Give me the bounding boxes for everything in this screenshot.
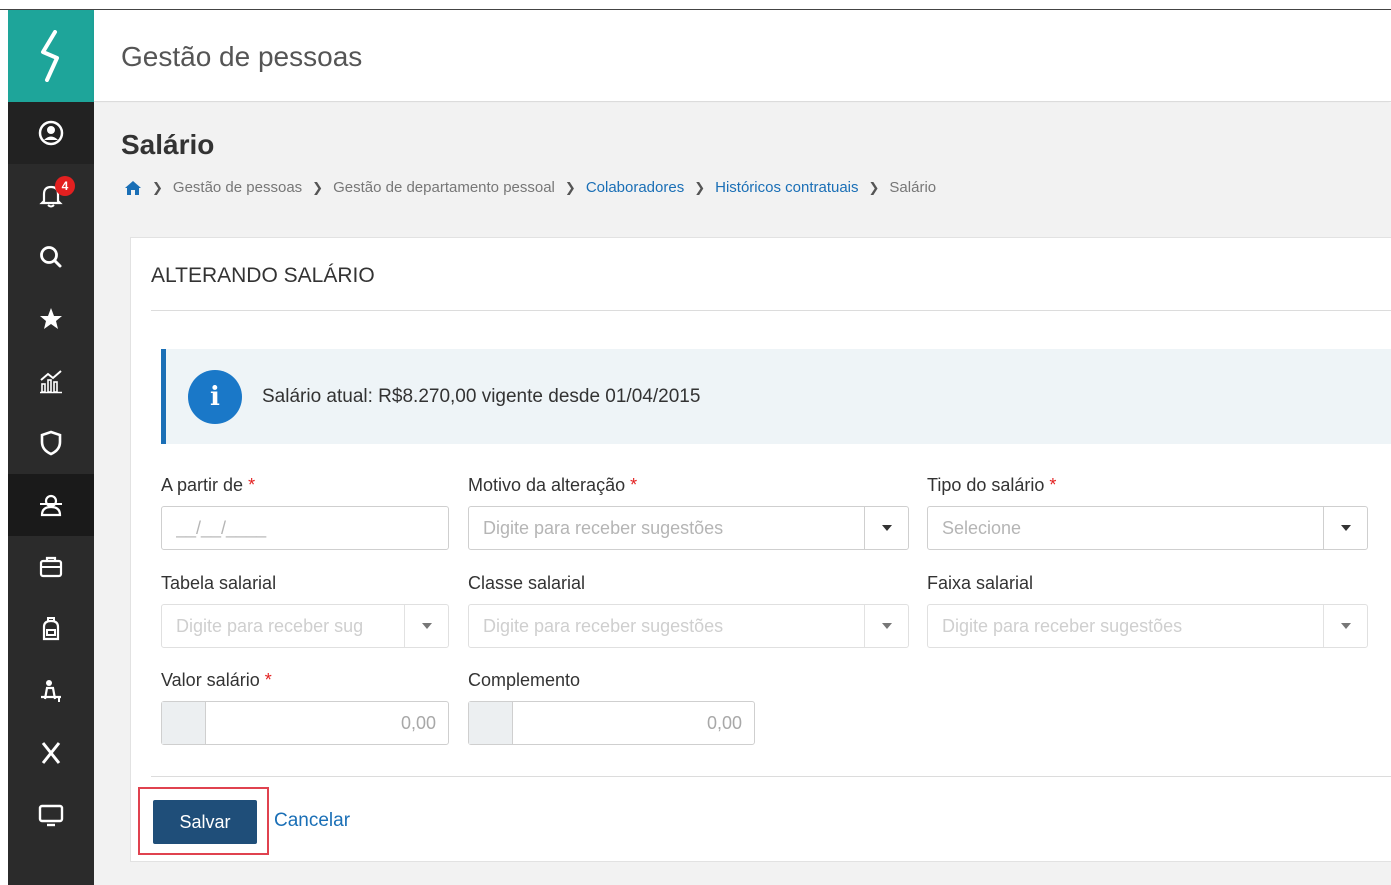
required-marker: * — [630, 475, 638, 495]
sidebar-item-training[interactable] — [8, 598, 94, 660]
faixa-label: Faixa salarial — [927, 573, 1034, 593]
required-marker: * — [1049, 475, 1057, 495]
faixa-select[interactable] — [927, 604, 1368, 648]
a-partir-de-label: A partir de * — [161, 475, 256, 495]
sidebar-item-people[interactable] — [8, 474, 94, 536]
tabela-input[interactable] — [162, 605, 406, 647]
breadcrumb-item: Gestão de pessoas — [172, 179, 303, 196]
breadcrumb-separator-icon: ❯ — [312, 179, 324, 195]
tipo-label: Tipo do salário * — [927, 475, 1057, 495]
chevron-down-icon — [421, 623, 432, 629]
breadcrumb-separator-icon: ❯ — [564, 179, 576, 195]
tabela-dropdown-button[interactable] — [404, 605, 448, 647]
breadcrumb-separator-icon: ❯ — [868, 179, 880, 195]
currency-addon — [469, 702, 513, 744]
divider — [151, 310, 1391, 311]
backpack-icon — [42, 617, 60, 641]
tabela-select[interactable] — [161, 604, 449, 648]
motivo-input[interactable] — [469, 507, 908, 549]
sidebar-item-search[interactable] — [8, 226, 94, 288]
card-title: ALTERANDO SALÁRIO — [151, 264, 375, 287]
people-icon — [40, 494, 62, 517]
required-marker: * — [248, 475, 256, 495]
breadcrumb-item: Gestão de departamento pessoal — [333, 179, 555, 196]
motivo-dropdown-button[interactable] — [864, 507, 908, 549]
x-icon — [41, 742, 61, 764]
sidebar-item-favorites[interactable] — [8, 288, 94, 350]
chevron-down-icon — [1340, 623, 1351, 629]
home-icon[interactable] — [124, 180, 142, 196]
chart-icon — [40, 370, 62, 394]
tabela-label: Tabela salarial — [161, 573, 277, 593]
currency-addon — [162, 702, 206, 744]
sidebar-item-reports[interactable] — [8, 350, 94, 412]
top-border — [0, 0, 1391, 10]
app-logo[interactable] — [8, 10, 94, 102]
page-title: Salário — [121, 129, 215, 160]
sidebar-item-workplace[interactable] — [8, 660, 94, 722]
sidebar-item-jobs[interactable] — [8, 536, 94, 598]
tipo-select[interactable] — [927, 506, 1368, 550]
tipo-dropdown-button[interactable] — [1323, 507, 1367, 549]
sidebar-item-notifications[interactable]: 4 — [8, 164, 94, 226]
app-header: Gestão de pessoas — [94, 10, 1391, 102]
breadcrumb-separator-icon: ❯ — [152, 179, 163, 195]
star-icon — [40, 308, 62, 329]
save-button[interactable]: Salvar — [153, 800, 257, 844]
breadcrumb-link-historicos[interactable]: Históricos contratuais — [715, 179, 858, 196]
sidebar-item-desktop[interactable] — [8, 784, 94, 846]
chevron-down-icon — [1340, 525, 1351, 531]
motivo-select[interactable] — [468, 506, 909, 550]
cancel-link[interactable]: Cancelar — [274, 810, 350, 832]
faixa-input[interactable] — [928, 605, 1367, 647]
a-partir-de-input[interactable] — [162, 507, 448, 549]
valor-field[interactable] — [161, 701, 449, 745]
search-icon — [40, 246, 62, 268]
breadcrumb-separator-icon: ❯ — [694, 179, 706, 195]
valor-label: Valor salário * — [161, 670, 272, 690]
user-icon — [38, 120, 64, 146]
main-content: Salário ❯ Gestão de pessoas ❯ Gestão de … — [94, 103, 1391, 885]
info-text: Salário atual: R$8.270,00 vigente desde … — [262, 385, 701, 407]
sidebar-item-user[interactable] — [8, 102, 94, 164]
faixa-dropdown-button[interactable] — [1323, 605, 1367, 647]
notification-badge: 4 — [55, 176, 75, 196]
chevron-down-icon — [881, 623, 892, 629]
classe-dropdown-button[interactable] — [864, 605, 908, 647]
salary-form-card: ALTERANDO SALÁRIO i Salário atual: R$8.2… — [130, 237, 1391, 862]
monitor-icon — [38, 804, 64, 827]
divider — [151, 776, 1391, 777]
a-partir-de-field[interactable] — [161, 506, 449, 550]
classe-label: Classe salarial — [468, 573, 586, 593]
info-icon: i — [188, 369, 242, 424]
classe-select[interactable] — [468, 604, 909, 648]
briefcase-icon — [39, 556, 63, 578]
breadcrumb-link-colaboradores[interactable]: Colaboradores — [586, 179, 684, 196]
app-title: Gestão de pessoas — [121, 41, 363, 72]
person-desk-icon — [41, 680, 61, 702]
complemento-label: Complemento — [468, 670, 581, 690]
tipo-input[interactable] — [928, 507, 1367, 549]
breadcrumb-item-current: Salário — [889, 179, 937, 196]
shield-icon — [40, 430, 62, 456]
chevron-down-icon — [881, 525, 892, 531]
sidebar: 4 — [8, 10, 94, 885]
complemento-field[interactable] — [468, 701, 755, 745]
required-marker: * — [264, 670, 272, 690]
logo-icon — [41, 30, 59, 82]
info-alert: i Salário atual: R$8.270,00 vigente desd… — [161, 349, 1391, 444]
breadcrumb: ❯ Gestão de pessoas ❯ Gestão de departam… — [124, 179, 936, 196]
sidebar-item-tools[interactable] — [8, 722, 94, 784]
sidebar-item-security[interactable] — [8, 412, 94, 474]
motivo-label: Motivo da alteração * — [468, 475, 638, 495]
classe-input[interactable] — [469, 605, 908, 647]
